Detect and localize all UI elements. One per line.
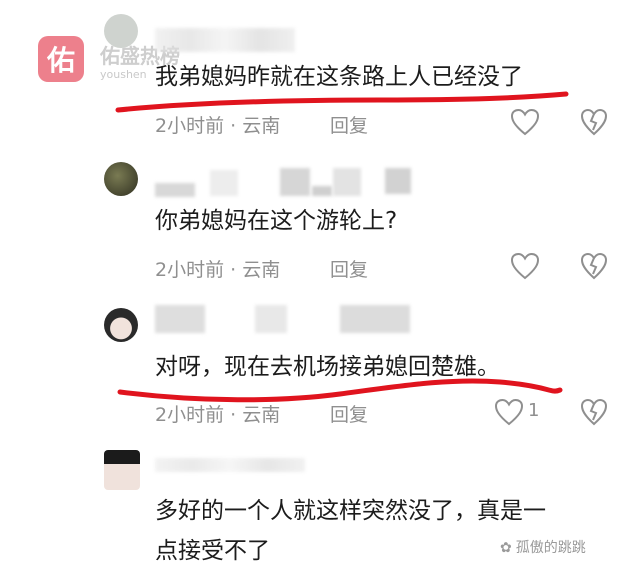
bottom-watermark: ✿ 孤傲的跳跳 bbox=[500, 537, 586, 557]
comment-time-location: 2小时前 · 云南 bbox=[155, 115, 281, 137]
username-blurred bbox=[280, 168, 310, 196]
avatar[interactable] bbox=[104, 308, 138, 342]
username-blurred[interactable] bbox=[155, 305, 205, 333]
avatar[interactable] bbox=[104, 450, 140, 490]
bottom-watermark-text: 孤傲的跳跳 bbox=[515, 540, 586, 556]
heart-outline-icon[interactable] bbox=[510, 108, 540, 136]
comment-text-line-1: 多好的一个人就这样突然没了，真是一 bbox=[155, 498, 546, 524]
heart-outline-icon[interactable] bbox=[494, 398, 524, 426]
broken-heart-icon[interactable] bbox=[580, 398, 608, 426]
username-blurred bbox=[312, 186, 332, 196]
reply-button[interactable]: 回复 bbox=[330, 111, 368, 138]
username-blurred[interactable] bbox=[155, 458, 305, 472]
avatar[interactable] bbox=[104, 14, 138, 48]
username-blurred bbox=[255, 305, 287, 333]
reply-button[interactable]: 回复 bbox=[330, 255, 368, 282]
comment-text: 你弟媳妈在这个游轮上? bbox=[155, 208, 398, 234]
comment-time-location: 2小时前 · 云南 bbox=[155, 259, 281, 281]
username-blurred[interactable] bbox=[155, 28, 295, 52]
username-blurred[interactable] bbox=[155, 183, 195, 197]
watermark-logo: 佑 bbox=[38, 36, 84, 82]
comment-time-location: 2小时前 · 云南 bbox=[155, 404, 281, 426]
username-blurred bbox=[385, 168, 411, 194]
username-blurred bbox=[333, 168, 361, 196]
heart-outline-icon[interactable] bbox=[510, 252, 540, 280]
broken-heart-icon[interactable] bbox=[580, 252, 608, 280]
paw-icon: ✿ bbox=[500, 540, 512, 556]
comment-text: 对呀，现在去机场接弟媳回楚雄。 bbox=[155, 354, 500, 380]
avatar[interactable] bbox=[104, 162, 138, 196]
broken-heart-icon[interactable] bbox=[580, 108, 608, 136]
username-blurred bbox=[210, 170, 238, 196]
reply-button[interactable]: 回复 bbox=[330, 400, 368, 427]
username-blurred bbox=[340, 305, 410, 333]
like-count: 1 bbox=[528, 400, 540, 421]
comment-text-line-2: 点接受不了 bbox=[155, 538, 270, 564]
watermark-subtitle: youshen bbox=[100, 68, 147, 81]
comment-text: 我弟媳妈昨就在这条路上人已经没了 bbox=[155, 64, 523, 90]
red-underline-annotation bbox=[115, 91, 569, 113]
